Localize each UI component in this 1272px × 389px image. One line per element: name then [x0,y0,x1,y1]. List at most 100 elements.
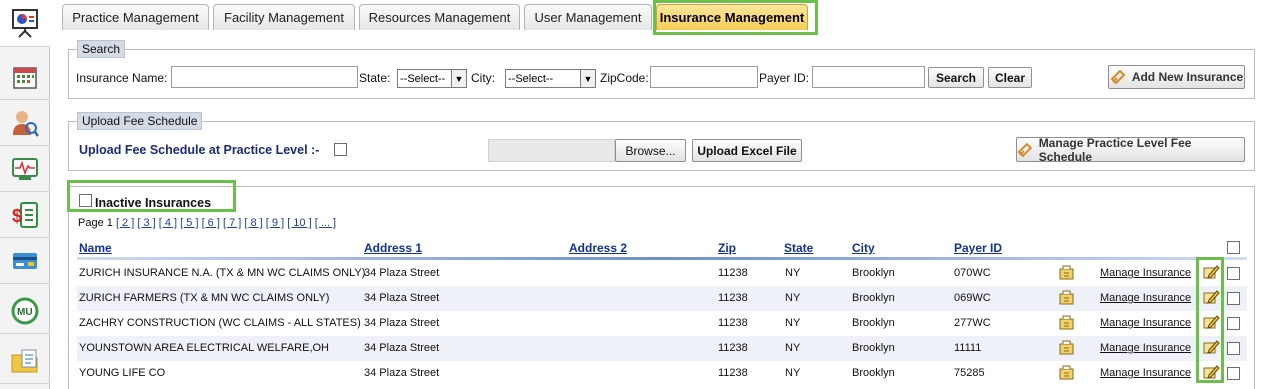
row-select-checkbox[interactable] [1227,292,1240,305]
row-state: NY [785,292,801,304]
tab-resources-management[interactable]: Resources Management [359,4,520,30]
state-select-value: --Select-- [400,72,446,85]
manage-insurance-link[interactable]: Manage Insurance [1100,267,1191,279]
column-header-state[interactable]: State [784,241,813,255]
fee-schedule-icon[interactable] [1057,263,1075,284]
row-city: Brooklyn [852,267,895,279]
page-link[interactable]: [ 8 ] [244,217,262,229]
zipcode-input[interactable] [650,66,758,88]
row-name: ZURICH FARMERS (TX & MN WC CLAIMS ONLY) [79,292,330,304]
row-state: NY [785,267,801,279]
edit-pencil-icon[interactable] [1202,288,1220,309]
column-header-address2[interactable]: Address 2 [569,241,627,255]
tab-insurance-management[interactable]: Insurance Management [656,4,808,30]
column-header-address1[interactable]: Address 1 [364,241,422,255]
row-city: Brooklyn [852,342,895,354]
sidebar-item-scheduler[interactable] [0,54,50,100]
column-header-payer-id[interactable]: Payer ID [954,241,1002,255]
row-address1: 34 Plaza Street [364,292,440,304]
sidebar-item-billing[interactable]: $ [0,192,50,238]
insurance-name-label: Insurance Name: [76,71,168,85]
folder-documents-icon [11,349,38,372]
edit-pencil-icon[interactable] [1202,313,1220,334]
manage-insurance-link[interactable]: Manage Insurance [1100,292,1191,304]
city-select-value: --Select-- [508,72,554,85]
insurance-name-input[interactable] [171,66,358,88]
select-all-checkbox[interactable] [1227,241,1240,254]
browse-button[interactable]: Browse... [615,139,686,162]
row-select-checkbox[interactable] [1227,317,1240,330]
row-payer-id: 11111 [954,342,982,354]
sidebar-item-clinical[interactable] [0,146,50,192]
page-link[interactable]: [ ... ] [315,217,336,229]
row-payer-id: 070WC [954,267,991,279]
table-row: ZURICH FARMERS (TX & MN WC CLAIMS ONLY) 3… [77,286,1247,311]
page-link[interactable]: [ 5 ] [180,217,198,229]
sidebar-item-patients[interactable] [0,100,50,146]
city-select[interactable]: --Select-- ▼ [505,69,596,88]
add-new-insurance-button[interactable]: Add New Insurance [1108,65,1245,89]
manage-insurance-link[interactable]: Manage Insurance [1100,342,1191,354]
fee-schedule-icon[interactable] [1057,363,1075,384]
file-path-field[interactable] [488,139,615,162]
row-name: YOUNG LIFE CO [79,367,166,379]
edit-pencil-icon[interactable] [1202,363,1220,384]
row-select-checkbox[interactable] [1227,367,1240,380]
page-link[interactable]: [ 9 ] [266,217,284,229]
page-link[interactable]: [ 10 ] [287,217,311,229]
search-legend: Search [77,40,126,58]
presentation-chart-icon [12,9,38,38]
row-payer-id: 069WC [954,292,991,304]
zipcode-label: ZipCode: [600,71,649,85]
inactive-insurances-checkbox[interactable] [79,194,92,207]
clear-button[interactable]: Clear [988,67,1032,88]
row-zip: 11238 [718,367,748,379]
page-link[interactable]: [ 6 ] [202,217,220,229]
manage-practice-fee-button[interactable]: Manage Practice Level Fee Schedule [1016,135,1245,164]
tab-practice-management[interactable]: Practice Management [62,4,209,30]
payer-id-label: Payer ID: [759,71,810,85]
sidebar-item-mu[interactable]: MU [0,288,50,334]
search-button[interactable]: Search [928,67,984,88]
column-header-city[interactable]: City [852,241,875,255]
city-label: City: [471,71,495,85]
row-select-checkbox[interactable] [1227,267,1240,280]
manage-practice-fee-label: Manage Practice Level Fee Schedule [1038,135,1192,164]
manage-insurance-link[interactable]: Manage Insurance [1100,367,1191,379]
fee-schedule-icon[interactable] [1057,313,1075,334]
edit-pencil-icon[interactable] [1202,263,1220,284]
table-row: YOUNSTOWN AREA ELECTRICAL WELFARE,OH 34 P… [77,336,1247,361]
practice-level-checkbox[interactable] [334,143,347,156]
upload-excel-button[interactable]: Upload Excel File [692,139,802,162]
row-address1: 34 Plaza Street [364,367,440,379]
row-address1: 34 Plaza Street [364,317,440,329]
row-city: Brooklyn [852,317,895,329]
column-header-zip[interactable]: Zip [718,241,736,255]
page-link[interactable]: [ 2 ] [116,217,134,229]
tab-facility-management[interactable]: Facility Management [213,4,355,30]
page-link[interactable]: [ 4 ] [159,217,177,229]
row-address1: 34 Plaza Street [364,267,440,279]
credit-card-icon [13,252,37,269]
row-state: NY [785,317,801,329]
tab-user-management[interactable]: User Management [524,4,652,30]
sidebar-item-documents[interactable] [0,338,50,384]
page-link[interactable]: [ 7 ] [223,217,241,229]
add-new-insurance-label: Add New Insurance [1131,70,1244,84]
row-city: Brooklyn [852,367,895,379]
row-select-checkbox[interactable] [1227,342,1240,355]
payer-id-input[interactable] [812,66,925,88]
fee-schedule-icon[interactable] [1057,288,1075,309]
sidebar-item-payments[interactable] [0,238,50,284]
row-zip: 11238 [718,342,748,354]
column-header-name[interactable]: Name [79,241,112,255]
page-link[interactable]: [ 3 ] [137,217,155,229]
state-select[interactable]: --Select-- ▼ [397,69,467,88]
fee-schedule-icon[interactable] [1057,338,1075,359]
sidebar-item-dashboard[interactable] [0,0,50,47]
table-row: YOUNG LIFE CO 34 Plaza Street 11238 NY Brook… [77,361,1247,386]
row-state: NY [785,367,801,379]
manage-insurance-link[interactable]: Manage Insurance [1100,317,1191,329]
edit-pencil-icon[interactable] [1202,338,1220,359]
row-payer-id: 277WC [954,317,991,329]
